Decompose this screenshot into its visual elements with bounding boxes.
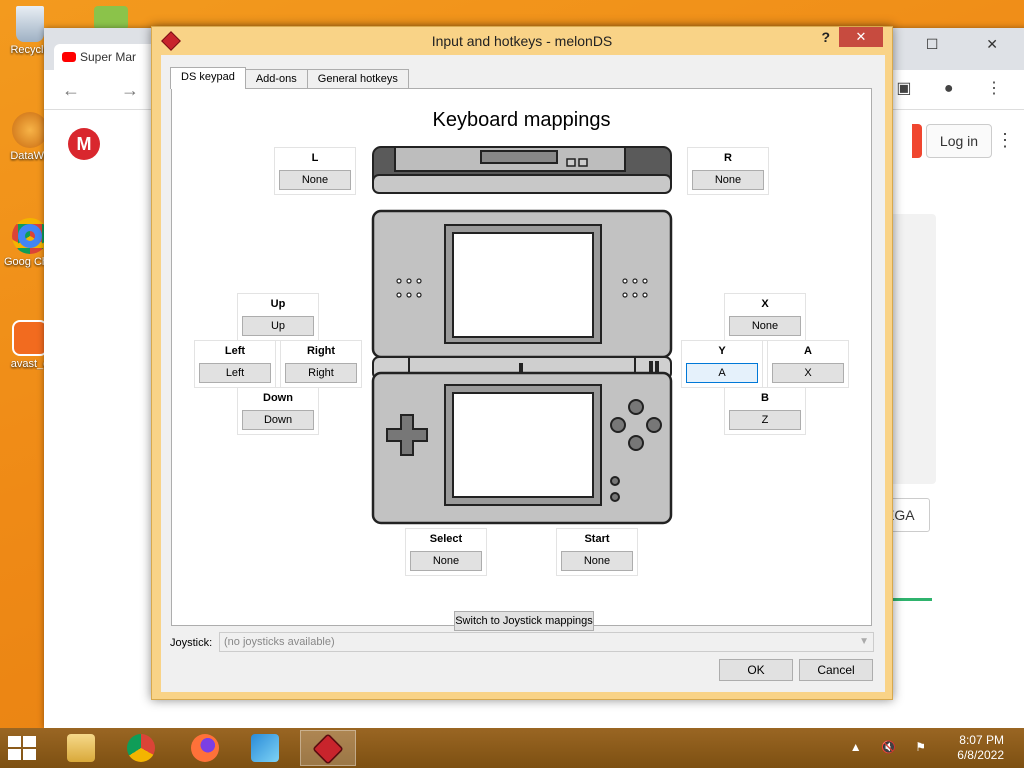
mapping-right-button[interactable]: Right [285,363,357,383]
mapping-b-button[interactable]: Z [729,410,801,430]
mega-logo[interactable]: M [68,128,100,160]
input-hotkeys-dialog: Input and hotkeys - melonDS ? ✕ DS keypa… [151,26,893,700]
mapping-label: R [724,152,732,164]
taskbar-chrome[interactable] [114,730,170,766]
firefox-icon [191,734,219,762]
browser-tab-title: Super Mar [80,50,137,64]
folder-icon [67,734,95,762]
mapping-select-button[interactable]: None [410,551,482,571]
mapping-a-button[interactable]: X [772,363,844,383]
recycle-bin-icon [16,6,44,42]
mapping-right: Right Right [280,340,362,388]
mapping-label: A [804,345,812,357]
ds-keypad-panel: Keyboard mappings L None R None Up Up Le… [171,88,872,631]
mapping-label: Y [718,345,726,357]
desktop-app-icon[interactable] [94,6,128,30]
ok-button[interactable]: OK [719,659,793,681]
close-button[interactable]: ✕ [839,27,883,47]
mapping-y: Y A [681,340,763,388]
progress-bar [890,598,932,601]
tab-general-hotkeys[interactable]: General hotkeys [306,69,409,89]
chevron-down-icon: ▼ [859,636,869,647]
start-button[interactable] [8,736,38,760]
login-button[interactable]: Log in [926,124,992,158]
clock-time: 8:07 PM [959,733,1004,747]
mapping-x: X None [724,293,806,341]
mapping-label: L [311,152,319,164]
taskbar-melonds[interactable] [300,730,356,766]
mapping-r: R None [687,147,769,195]
mapping-label: Right [306,345,336,357]
taskbar: ▲ 🔇 ⚑ 8:07 PM 6/8/2022 [0,728,1024,768]
tab-bar: DS keypad Add-ons General hotkeys [170,67,409,89]
mapping-start: Start None [556,528,638,576]
taskbar-clock[interactable]: 8:07 PM 6/8/2022 [957,733,1004,763]
mapping-label: X [761,298,769,310]
taskbar-file-explorer[interactable] [54,730,110,766]
dialog-titlebar[interactable]: Input and hotkeys - melonDS ? ✕ [152,27,892,55]
chrome-icon [127,734,155,762]
keyboard-mappings-heading: Keyboard mappings [432,109,611,131]
joystick-select-value: (no joysticks available) [224,636,335,648]
tab-ds-keypad[interactable]: DS keypad [170,67,246,89]
signup-button-edge[interactable] [912,124,922,158]
avast-icon [12,320,48,356]
mapping-down: Down Down [237,387,319,435]
clock-date: 6/8/2022 [957,748,1004,762]
mapping-x-button[interactable]: None [729,316,801,336]
mapping-label: B [761,392,769,404]
taskbar-app[interactable] [238,730,294,766]
mapping-start-button[interactable]: None [561,551,633,571]
mapping-left: Left Left [194,340,276,388]
mapping-b: B Z [724,387,806,435]
taskbar-firefox[interactable] [178,730,234,766]
mapping-select: Select None [405,528,487,576]
mapping-label: Left [224,345,246,357]
app-icon [251,734,279,762]
system-tray-icons[interactable]: ▲ 🔇 ⚑ [850,740,934,754]
mapping-r-button[interactable]: None [692,170,764,190]
mapping-label: Start [584,533,610,545]
cancel-button[interactable]: Cancel [799,659,873,681]
mapping-l-button[interactable]: None [279,170,351,190]
joystick-label: Joystick: [170,637,213,649]
nintendo-ds-illustration [371,146,673,525]
datawatch-icon [12,112,48,148]
switch-joystick-button[interactable]: Switch to Joystick mappings [454,611,594,631]
melonds-icon [312,733,344,765]
chrome-icon [12,218,48,254]
mapping-label: Up [270,298,286,310]
tab-add-ons[interactable]: Add-ons [244,69,308,89]
joystick-select[interactable]: (no joysticks available) ▼ [219,632,874,652]
youtube-icon [62,52,76,62]
more-icon[interactable]: ⋮ [996,130,1014,151]
mapping-left-button[interactable]: Left [199,363,271,383]
windows-logo-icon [8,736,21,747]
mapping-label: Down [263,392,293,404]
mapping-l: L None [274,147,356,195]
mapping-down-button[interactable]: Down [242,410,314,430]
help-button[interactable]: ? [821,29,830,45]
mapping-y-button[interactable]: A [686,363,758,383]
mapping-a: A X [767,340,849,388]
mapping-up-button[interactable]: Up [242,316,314,336]
dialog-title: Input and hotkeys - melonDS [431,33,613,49]
dialog-client: DS keypad Add-ons General hotkeys Keyboa… [161,55,885,692]
mapping-up: Up Up [237,293,319,341]
mapping-label: Select [429,533,463,545]
